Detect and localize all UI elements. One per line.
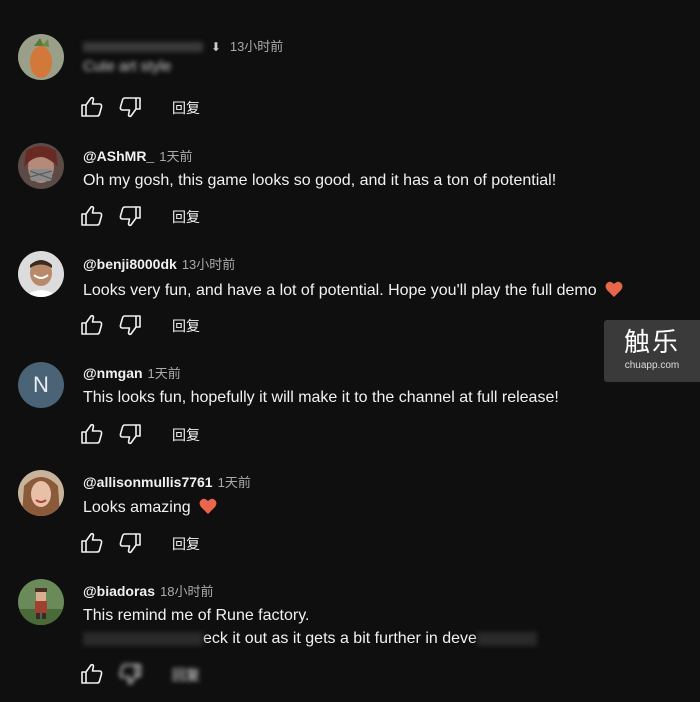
comment-author[interactable]: @nmgan	[83, 365, 143, 381]
comment-text: Looks very fun, and have a lot of potent…	[83, 281, 623, 303]
thumbs-up-icon[interactable]	[80, 204, 104, 228]
comment-author[interactable]: @benji8000dk	[83, 256, 177, 272]
comment-meta: @AShMR_ 1天前	[83, 146, 192, 165]
avatar[interactable]	[18, 143, 64, 189]
thumbs-down-icon[interactable]	[118, 662, 142, 686]
avatar[interactable]	[18, 34, 64, 80]
thumbs-up-icon[interactable]	[80, 422, 104, 446]
comment-meta: @biadoras 18小时前	[83, 581, 213, 600]
thumbs-up-icon[interactable]	[80, 95, 104, 119]
reply-button[interactable]: 回复	[172, 316, 200, 336]
comment-author[interactable]	[83, 42, 203, 53]
comment-meta: @benji8000dk 13小时前	[83, 254, 235, 273]
comment-text: Looks amazing	[83, 498, 217, 520]
avatar[interactable]	[18, 470, 64, 516]
avatar[interactable]	[18, 251, 64, 297]
thumbs-down-icon[interactable]	[118, 204, 142, 228]
thumbs-up-icon[interactable]	[80, 313, 104, 337]
comment-time: 1天前	[159, 149, 193, 164]
reply-button[interactable]: 回复	[172, 534, 200, 554]
comment-text: This remind me of Rune factory.	[83, 607, 310, 624]
comment-time: 1天前	[147, 366, 181, 381]
comment-author[interactable]: @AShMR_	[83, 148, 154, 164]
thumbs-up-icon[interactable]	[80, 531, 104, 555]
comment-text-content-line2: eck it out as it gets a bit further in d…	[203, 630, 477, 647]
reply-button[interactable]: 回复	[172, 665, 200, 685]
avatar[interactable]	[18, 579, 64, 625]
obscured-text	[83, 631, 203, 646]
comment-text-content: Looks amazing	[83, 499, 191, 516]
comment-time: 1天前	[217, 475, 251, 490]
comment-meta: ⬇ 13小时前	[83, 36, 283, 55]
comment-time: 18小时前	[160, 584, 214, 599]
comment-author[interactable]: @allisonmullis7761	[83, 474, 213, 490]
reply-button[interactable]: 回复	[172, 207, 200, 227]
thumbs-down-icon[interactable]	[118, 313, 142, 337]
comment-meta: @nmgan 1天前	[83, 363, 181, 382]
comment-text-line2: eck it out as it gets a bit further in d…	[83, 630, 537, 648]
thumbs-down-icon[interactable]	[118, 95, 142, 119]
comment-text: Cute art style	[83, 58, 172, 74]
thumbs-up-icon[interactable]	[80, 662, 104, 686]
comment-time: 13小时前	[229, 39, 284, 54]
comment-meta: @allisonmullis7761 1天前	[83, 472, 251, 491]
reply-button[interactable]: 回复	[172, 425, 200, 445]
comment-text: Oh my gosh, this game looks so good, and…	[83, 172, 557, 189]
thumbs-down-icon[interactable]	[118, 422, 142, 446]
reply-button[interactable]: 回复	[172, 98, 200, 118]
avatar[interactable]: N	[18, 362, 64, 408]
heart-emoji-icon	[605, 281, 623, 303]
watermark: 触乐 chuapp.com	[604, 320, 700, 382]
watermark-url: chuapp.com	[624, 360, 680, 371]
heart-emoji-icon	[199, 498, 217, 520]
pin-icon: ⬇	[210, 40, 221, 54]
comment-time: 13小时前	[181, 257, 236, 272]
comment-text-content: Looks very fun, and have a lot of potent…	[83, 282, 597, 299]
obscured-text	[476, 631, 537, 646]
thumbs-down-icon[interactable]	[118, 531, 142, 555]
watermark-title: 触乐	[623, 328, 680, 358]
comment-author[interactable]: @biadoras	[83, 583, 155, 599]
comment-text: This looks fun, hopefully it will make i…	[83, 389, 559, 406]
